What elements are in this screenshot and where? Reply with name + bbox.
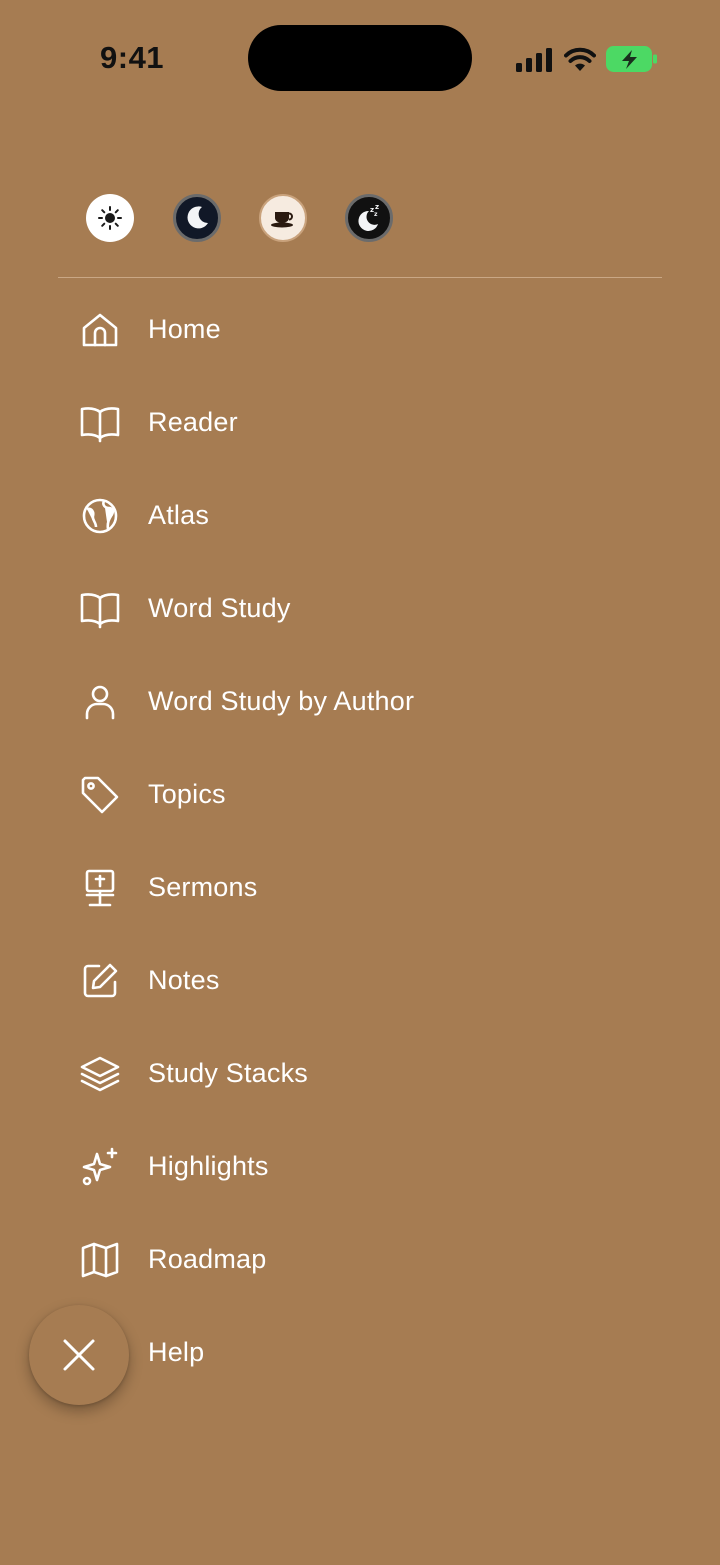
- menu-item-topics[interactable]: Topics: [0, 748, 720, 841]
- menu-label-topics: Topics: [148, 779, 226, 809]
- navigation-menu: Home Reader Atlas Word Study Word Study …: [0, 283, 720, 1399]
- moon-zzz-icon: z z z: [358, 203, 379, 231]
- menu-item-word-study[interactable]: Word Study: [0, 562, 720, 655]
- layers-icon: [78, 1052, 122, 1096]
- theme-selector: z z z: [85, 194, 405, 246]
- svg-text:z: z: [374, 211, 378, 218]
- menu-label-home: Home: [148, 314, 221, 344]
- sun-icon: [98, 206, 122, 230]
- menu-item-sermons[interactable]: Sermons: [0, 841, 720, 934]
- coffee-cup-icon: [271, 212, 293, 228]
- menu-label-sermons: Sermons: [148, 872, 258, 902]
- menu-label-roadmap: Roadmap: [148, 1244, 267, 1274]
- menu-label-word-study-by-author: Word Study by Author: [148, 686, 415, 716]
- menu-divider: [58, 277, 662, 278]
- close-icon: [63, 1339, 95, 1371]
- user-icon: [78, 680, 122, 724]
- menu-item-roadmap[interactable]: Roadmap: [0, 1213, 720, 1306]
- menu-label-help: Help: [148, 1337, 205, 1367]
- moon-icon: [187, 206, 208, 229]
- tag-icon: [78, 773, 122, 817]
- theme-night-button[interactable]: z z z: [345, 194, 393, 242]
- sparkles-icon: [78, 1145, 122, 1189]
- menu-label-atlas: Atlas: [148, 500, 210, 530]
- menu-label-reader: Reader: [148, 407, 238, 437]
- book-open-icon: [78, 587, 122, 631]
- menu-item-reader[interactable]: Reader: [0, 376, 720, 469]
- close-menu-button[interactable]: [29, 1305, 129, 1405]
- theme-dark-button[interactable]: [173, 194, 221, 242]
- theme-light-button[interactable]: [86, 194, 134, 242]
- book-open-icon: [78, 401, 122, 445]
- menu-item-atlas[interactable]: Atlas: [0, 469, 720, 562]
- menu-label-notes: Notes: [148, 965, 220, 995]
- status-time: 9:41: [100, 40, 165, 75]
- menu-item-notes[interactable]: Notes: [0, 934, 720, 1027]
- theme-sepia-button[interactable]: [259, 194, 307, 242]
- menu-label-word-study: Word Study: [148, 593, 291, 623]
- status-bar: 9:41: [0, 0, 720, 110]
- menu-item-home[interactable]: Home: [0, 283, 720, 376]
- home-icon: [78, 308, 122, 352]
- menu-label-study-stacks: Study Stacks: [148, 1058, 308, 1088]
- status-icons: [514, 42, 664, 76]
- menu-item-word-study-by-author[interactable]: Word Study by Author: [0, 655, 720, 748]
- menu-label-highlights: Highlights: [148, 1151, 269, 1181]
- pulpit-icon: [78, 866, 122, 910]
- cellular-signal-icon: [516, 48, 552, 72]
- dynamic-island: [248, 25, 472, 91]
- map-icon: [78, 1238, 122, 1282]
- globe-icon: [78, 494, 122, 538]
- edit-icon: [78, 959, 122, 1003]
- menu-item-highlights[interactable]: Highlights: [0, 1120, 720, 1213]
- menu-item-study-stacks[interactable]: Study Stacks: [0, 1027, 720, 1120]
- svg-text:z: z: [375, 203, 379, 211]
- battery-charging-icon: [606, 46, 657, 72]
- wifi-icon: [564, 47, 596, 71]
